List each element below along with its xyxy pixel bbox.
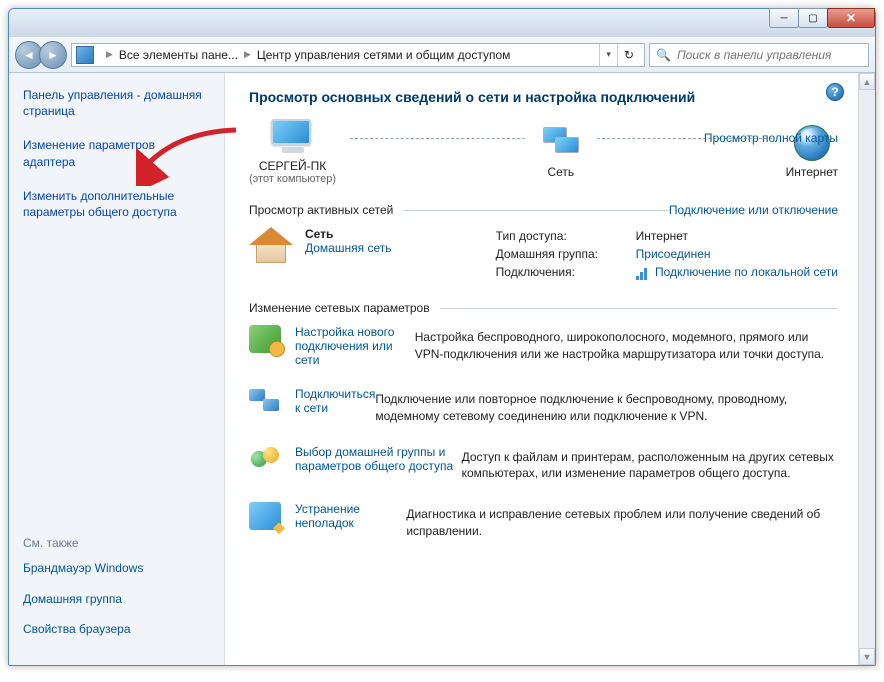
- computer-icon: [271, 119, 315, 155]
- active-networks-header: Просмотр активных сетей Подключение или …: [249, 203, 838, 217]
- option-link[interactable]: Выбор домашней группы и параметров общег…: [295, 445, 462, 483]
- sidebar-home-link[interactable]: Панель управления - домашняя страница: [23, 87, 210, 119]
- scroll-down-button[interactable]: ▼: [859, 648, 875, 665]
- connection-link[interactable]: Подключение по локальной сети: [655, 265, 838, 279]
- refresh-button[interactable]: ↻: [617, 44, 640, 66]
- node-sublabel: (этот компьютер): [249, 173, 336, 185]
- section-title: Изменение сетевых параметров: [249, 301, 430, 315]
- main-content: ? Просмотр основных сведений о сети и на…: [225, 73, 858, 665]
- scroll-track[interactable]: [859, 90, 875, 648]
- homegroup-link[interactable]: Присоединен: [636, 245, 711, 263]
- help-icon[interactable]: ?: [826, 83, 844, 101]
- address-bar[interactable]: ▶ Все элементы пане... ▶ Центр управлени…: [71, 43, 645, 67]
- network-name: Сеть: [305, 227, 391, 241]
- option-link[interactable]: Настройка нового подключения или сети: [295, 325, 415, 367]
- sidebar-link-adapter-settings[interactable]: Изменение параметров адаптера: [23, 137, 210, 169]
- access-type-value: Интернет: [636, 227, 688, 245]
- network-icon: [539, 125, 583, 161]
- search-icon: 🔍: [656, 48, 671, 62]
- node-label: Интернет: [786, 165, 838, 179]
- page-title: Просмотр основных сведений о сети и наст…: [249, 89, 838, 105]
- option-description: Доступ к файлам и принтерам, расположенн…: [462, 449, 838, 483]
- connection-line: [350, 138, 525, 139]
- address-dropdown[interactable]: ▾: [599, 44, 617, 66]
- sidebar-link-homegroup[interactable]: Домашняя группа: [23, 591, 210, 607]
- troubleshoot-icon: [249, 502, 281, 530]
- connect-disconnect-link[interactable]: Подключение или отключение: [669, 203, 838, 217]
- chevron-right-icon: ▶: [244, 49, 251, 60]
- house-icon: [249, 227, 293, 263]
- active-network-row: Сеть Домашняя сеть Тип доступа: Интернет…: [249, 227, 838, 281]
- signal-icon: [636, 266, 648, 280]
- option-troubleshoot: Устранение неполадок Диагностика и испра…: [249, 502, 838, 540]
- close-button[interactable]: ✕: [827, 8, 875, 28]
- sidebar-link-sharing-settings[interactable]: Изменить дополнительные параметры общего…: [23, 188, 210, 220]
- option-description: Настройка беспроводного, широкополосного…: [415, 329, 838, 367]
- control-panel-icon: [76, 46, 94, 64]
- connections-label: Подключения:: [496, 263, 626, 281]
- homegroup-label: Домашняя группа:: [496, 245, 626, 263]
- scroll-up-button[interactable]: ▲: [859, 73, 875, 90]
- search-box[interactable]: 🔍: [649, 43, 869, 67]
- homegroup-icon: [249, 445, 281, 473]
- option-description: Подключение или повторное подключение к …: [375, 391, 838, 425]
- option-link[interactable]: Устранение неполадок: [295, 502, 406, 540]
- settings-list: Настройка нового подключения или сети На…: [249, 325, 838, 540]
- connect-network-icon: [249, 387, 281, 415]
- breadcrumb-item[interactable]: Все элементы пане...: [119, 48, 238, 62]
- vertical-scrollbar[interactable]: ▲ ▼: [858, 73, 875, 665]
- full-map-link[interactable]: Просмотр полной карты: [704, 131, 838, 145]
- node-label: Сеть: [539, 165, 583, 179]
- sidebar-link-firewall[interactable]: Брандмауэр Windows: [23, 560, 210, 576]
- maximize-button[interactable]: ▢: [798, 8, 828, 28]
- toolbar: ◄ ► ▶ Все элементы пане... ▶ Центр управ…: [9, 37, 875, 73]
- chevron-right-icon: ▶: [106, 49, 113, 60]
- forward-button[interactable]: ►: [39, 41, 67, 69]
- option-description: Диагностика и исправление сетевых пробле…: [406, 506, 838, 540]
- window: ─ ▢ ✕ ◄ ► ▶ Все элементы пане... ▶ Центр…: [8, 8, 876, 666]
- node-network[interactable]: Сеть: [539, 125, 583, 179]
- option-new-connection: Настройка нового подключения или сети На…: [249, 325, 838, 367]
- breadcrumb-item[interactable]: Центр управления сетями и общим доступом: [257, 48, 511, 62]
- change-settings-header: Изменение сетевых параметров: [249, 301, 838, 315]
- section-title: Просмотр активных сетей: [249, 203, 393, 217]
- sidebar-link-browser-properties[interactable]: Свойства браузера: [23, 621, 210, 637]
- new-connection-icon: [249, 325, 281, 353]
- titlebar: ─ ▢ ✕: [9, 9, 875, 37]
- network-type-link[interactable]: Домашняя сеть: [305, 241, 391, 255]
- search-input[interactable]: [677, 48, 862, 62]
- node-this-computer[interactable]: СЕРГЕЙ-ПК (этот компьютер): [249, 119, 336, 185]
- option-connect-network: Подключиться к сети Подключение или повт…: [249, 387, 838, 425]
- option-link[interactable]: Подключиться к сети: [295, 387, 375, 425]
- access-type-label: Тип доступа:: [496, 227, 626, 245]
- node-label: СЕРГЕЙ-ПК: [249, 159, 336, 173]
- option-homegroup-sharing: Выбор домашней группы и параметров общег…: [249, 445, 838, 483]
- network-map: СЕРГЕЙ-ПК (этот компьютер) Сеть Интернет…: [249, 119, 838, 185]
- minimize-button[interactable]: ─: [769, 8, 799, 28]
- see-also-heading: См. также: [23, 536, 210, 550]
- sidebar: Панель управления - домашняя страница Из…: [9, 73, 225, 665]
